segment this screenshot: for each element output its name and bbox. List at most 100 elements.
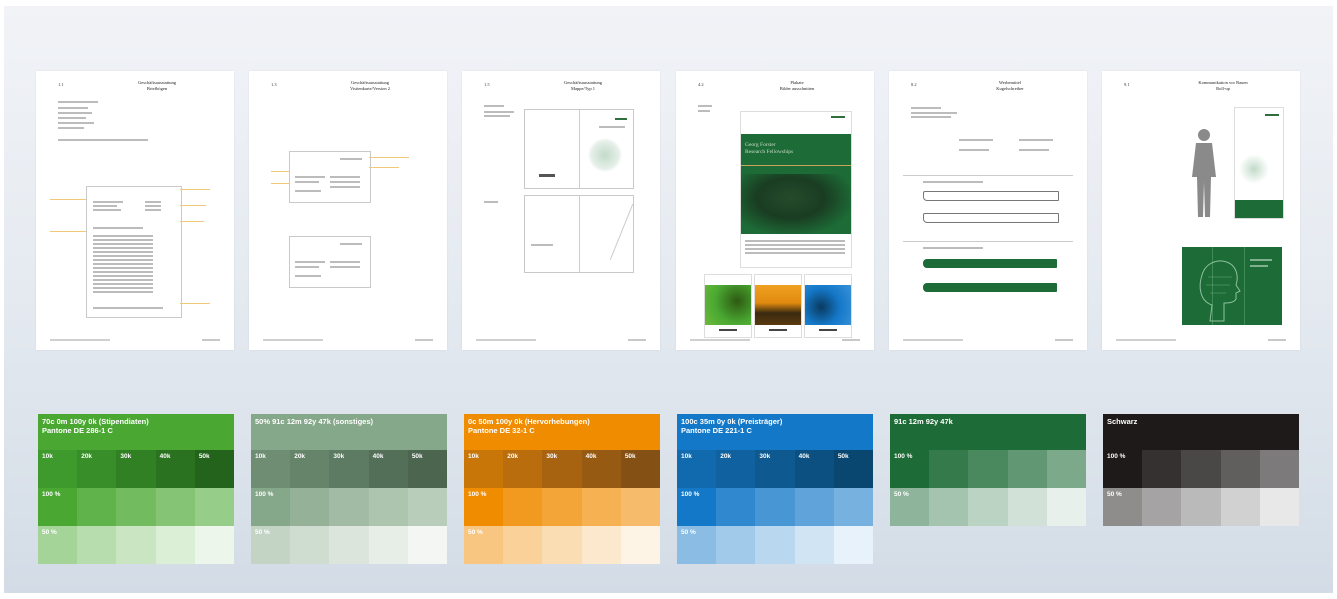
color-swatch-green: 70c 0m 100y 0k (Stipendiaten) Pantone DE …	[38, 414, 234, 564]
swatch-pantone-code: Pantone DE 32-1 C	[468, 426, 535, 435]
page-footer	[1116, 339, 1286, 342]
swatch-pantone-code: Pantone DE 221-1 C	[681, 426, 752, 435]
tint-cell: 50k	[620, 450, 660, 488]
tint-cell: 100 %	[890, 450, 930, 488]
person-silhouette-icon	[1192, 129, 1216, 217]
tint-cell	[833, 488, 873, 526]
tint-cell: 50 %	[677, 526, 717, 564]
tint-cell: 10k	[464, 450, 504, 488]
tint-cell: 50 %	[890, 488, 930, 526]
tint-cell	[716, 488, 756, 526]
tint-cell	[1007, 450, 1047, 488]
swatch-header: Schwarz	[1103, 414, 1299, 450]
page-number: 1.5	[484, 82, 490, 87]
pen-white-1	[923, 191, 1059, 201]
swatch-header: 100c 35m 0y 0k (Preisträger) Pantone DE 2…	[677, 414, 873, 450]
tint-cell	[155, 488, 195, 526]
page-thumbnail-rollup[interactable]: 9.1 Kommunikation vor Bauen Roll-up	[1102, 71, 1300, 350]
tint-cell: 20k	[503, 450, 543, 488]
page-thumbnail-business-card[interactable]: 1.3 Geschäftsausstattung Visitenkarte/Ve…	[249, 71, 447, 350]
tint-cell	[1220, 488, 1260, 526]
page-thumbnail-letterhead[interactable]: 1.1 Geschäftsausstattung Briefbögen	[36, 71, 234, 350]
poster-small-blue	[804, 274, 852, 338]
tint-cell	[929, 450, 969, 488]
page-number: 1.1	[58, 82, 64, 87]
poster-large: Georg Forster Research Fellowships	[740, 111, 852, 268]
tint-cell	[194, 526, 234, 564]
swatch-color-spec: 0c 50m 100y 0k (Hervorhebungen)	[468, 417, 590, 426]
page-number: 9.1	[1124, 82, 1130, 87]
tint-row-black: 10k 20k 30k 40k 50k	[464, 450, 660, 488]
tint-row-full: 100 %	[464, 488, 660, 526]
page-thumbnail-pens[interactable]: 8.2 Werbemittel Kugelschreiber	[889, 71, 1087, 350]
tint-cell	[1220, 450, 1260, 488]
rollup-display	[1182, 247, 1282, 325]
tint-row-full: 100 %	[677, 488, 873, 526]
tint-cell: 100 %	[251, 488, 291, 526]
tint-cell: 30k	[329, 450, 369, 488]
tint-row-black: 10k 20k 30k 40k 50k	[677, 450, 873, 488]
swatch-color-spec: 91c 12m 92y 47k	[894, 417, 953, 426]
tint-cell	[1259, 488, 1299, 526]
tint-cell	[1259, 450, 1299, 488]
tint-cell: 10k	[38, 450, 78, 488]
poster-small-orange	[754, 274, 802, 338]
tint-cell	[77, 526, 117, 564]
tint-row-full: 100 %	[251, 488, 447, 526]
tint-cell: 50 %	[464, 526, 504, 564]
tint-cell	[794, 526, 834, 564]
swatch-color-spec: 70c 0m 100y 0k (Stipendiaten)	[42, 417, 149, 426]
page-thumbnail-posters[interactable]: 4.2 Plakate Bilder ausschnitten Georg Fo…	[676, 71, 874, 350]
color-swatch-darkgreen: 91c 12m 92y 47k 100 % 50 %	[890, 414, 1086, 528]
tint-cell	[833, 526, 873, 564]
page-title: Werbemittel Kugelschreiber	[996, 80, 1024, 91]
business-card-front	[289, 151, 371, 203]
tint-cell	[290, 488, 330, 526]
poster-headline-2: Research Fellowships	[745, 149, 794, 155]
page-footer	[476, 339, 646, 342]
tint-row-half: 50 %	[1103, 488, 1299, 526]
tint-cell	[581, 526, 621, 564]
tint-cell	[407, 488, 447, 526]
page-footer	[263, 339, 433, 342]
page-title: Plakate Bilder ausschnitten	[779, 80, 815, 91]
tint-cell: 10k	[677, 450, 717, 488]
tint-cell	[407, 526, 447, 564]
tint-cell	[329, 526, 369, 564]
tint-cell	[620, 488, 660, 526]
tint-cell: 100 %	[677, 488, 717, 526]
color-swatch-orange: 0c 50m 100y 0k (Hervorhebungen) Pantone D…	[464, 414, 660, 564]
tint-cell	[368, 488, 408, 526]
tint-cell: 50k	[833, 450, 873, 488]
tint-cell	[1007, 488, 1047, 526]
swatch-pantone-code: Pantone DE 286-1 C	[42, 426, 113, 435]
tint-cell	[620, 526, 660, 564]
swatch-header: 91c 12m 92y 47k	[890, 414, 1086, 450]
tint-row-black: 10k 20k 30k 40k 50k	[38, 450, 234, 488]
tint-cell	[77, 488, 117, 526]
tint-cell	[1046, 488, 1086, 526]
page-thumbnail-folder[interactable]: 1.5 Geschäftsausstattung Mappe/Typ 1	[462, 71, 660, 350]
tint-cell	[968, 450, 1008, 488]
tint-cell	[1181, 488, 1221, 526]
tint-row-black: 10k 20k 30k 40k 50k	[251, 450, 447, 488]
tint-cell: 20k	[77, 450, 117, 488]
tint-cell: 50 %	[1103, 488, 1143, 526]
folder-inside	[524, 195, 634, 273]
tint-cell: 50 %	[38, 526, 78, 564]
tint-row-full: 100 %	[890, 450, 1086, 488]
tint-cell: 30k	[755, 450, 795, 488]
tint-cell	[542, 488, 582, 526]
tint-row-full: 100 %	[38, 488, 234, 526]
letter-sheet	[86, 186, 182, 318]
tint-cell	[542, 526, 582, 564]
tint-cell: 100 %	[38, 488, 78, 526]
color-swatch-blue: 100c 35m 0y 0k (Preisträger) Pantone DE 2…	[677, 414, 873, 564]
tint-cell	[329, 488, 369, 526]
pen-green-1	[923, 259, 1057, 268]
tint-cell: 100 %	[464, 488, 504, 526]
poster-headline-1: Georg Forster	[745, 142, 776, 148]
tint-cell: 50k	[194, 450, 234, 488]
swatch-header: 50% 91c 12m 92y 47k (sonstiges)	[251, 414, 447, 450]
tint-cell: 40k	[368, 450, 408, 488]
